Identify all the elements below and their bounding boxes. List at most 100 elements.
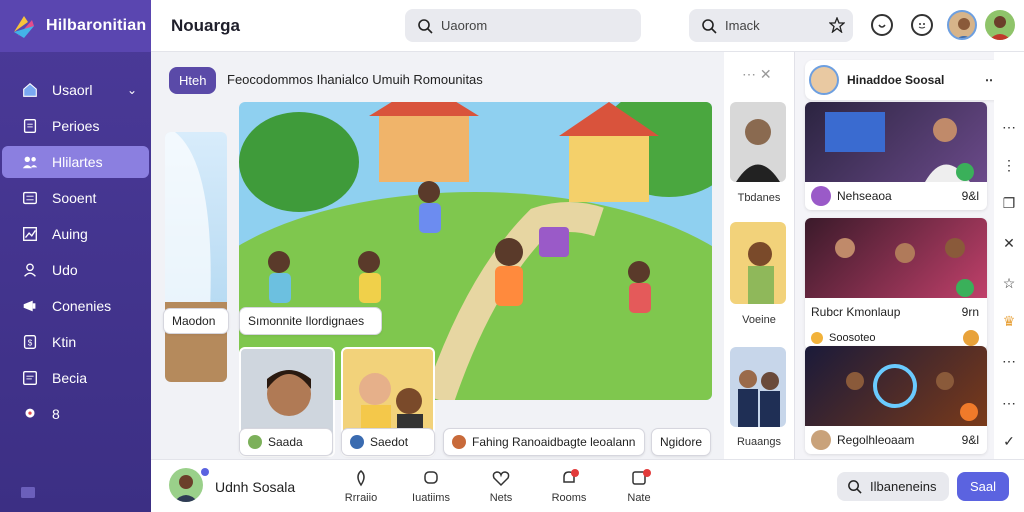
- related-label: Tbdanes: [737, 192, 781, 204]
- notification-icon[interactable]: [871, 14, 893, 36]
- send-button[interactable]: Saal: [957, 472, 1009, 501]
- thumbnail-label: Saedot: [341, 428, 435, 456]
- notification-badge: [571, 469, 579, 477]
- related-thumbnail[interactable]: [730, 102, 786, 182]
- star-icon[interactable]: [829, 17, 845, 33]
- related-column: ⋯ ✕ Tbdanes Voeine Ruaangs: [724, 52, 794, 459]
- share-icon: $: [20, 332, 40, 352]
- sidebar-item-conenies[interactable]: Conenies: [2, 290, 149, 322]
- sidebar-item-label: Ktin: [52, 334, 77, 350]
- emoji-icon[interactable]: [911, 14, 933, 36]
- sidebar-item-label: 8: [52, 406, 60, 422]
- feed-card[interactable]: Regolhleoaam 9&l: [805, 346, 987, 454]
- more-icon[interactable]: ⋯: [1000, 118, 1018, 136]
- sidebar-nav: Usaorl ⌄ Perioes Hlilartes Sooent Auing …: [0, 52, 151, 430]
- related-label: Voeine: [742, 314, 776, 326]
- sidebar-item-ktin[interactable]: $ Ktin: [2, 326, 149, 358]
- secondary-search-input[interactable]: Imack: [689, 9, 853, 42]
- more-icon[interactable]: ⋯: [1000, 352, 1018, 370]
- check-icon[interactable]: ✓: [1000, 432, 1018, 450]
- nav-item-lounge[interactable]: Iuatiims: [401, 468, 461, 504]
- trophy-icon[interactable]: ♛: [1000, 312, 1018, 330]
- avatar[interactable]: [985, 10, 1015, 40]
- sidebar-item-usaorl[interactable]: Usaorl ⌄: [2, 74, 149, 106]
- avatar[interactable]: [169, 468, 203, 502]
- compass-icon: [357, 470, 365, 487]
- search-input[interactable]: Uaorom: [405, 9, 641, 42]
- card-meta: 9rn: [961, 305, 979, 319]
- sidebar-item-auing[interactable]: Auing: [2, 218, 149, 250]
- brand[interactable]: Hilbaronitian: [0, 0, 151, 52]
- panel-header[interactable]: Hinaddoe Soosal ⋯: [805, 60, 1005, 100]
- avatar[interactable]: [947, 10, 977, 40]
- megaphone-icon: [20, 296, 40, 316]
- avatar: [350, 435, 364, 449]
- category-chip[interactable]: Hteh: [169, 67, 217, 94]
- sidebar-item-label: Perioes: [52, 118, 100, 134]
- list-icon: [20, 188, 40, 208]
- sidebar-item-label: Becia: [52, 370, 88, 386]
- search-placeholder: Uaorom: [441, 18, 488, 33]
- logo-icon: [10, 12, 38, 40]
- bottom-search-input[interactable]: Ilbaneneins: [837, 472, 949, 501]
- sidebar-item-label: Udo: [52, 262, 78, 278]
- feed-card[interactable]: Rubcr Kmonlaup 9rn Soosoteo: [805, 218, 987, 350]
- sidebar-item-label: Auing: [52, 226, 88, 242]
- search-icon: [848, 480, 862, 494]
- close-icon[interactable]: ✕: [1000, 234, 1018, 252]
- related-thumbnail[interactable]: [730, 347, 786, 427]
- more-icon[interactable]: ⋯: [1000, 394, 1018, 412]
- related-thumbnail[interactable]: [730, 222, 786, 304]
- top-bar: Nouarga Uaorom Imack: [151, 0, 1024, 52]
- avatar: [811, 430, 831, 450]
- avatar: [809, 65, 839, 95]
- related-label: Ruaangs: [736, 436, 782, 448]
- copy-icon[interactable]: ❐: [1000, 194, 1018, 212]
- card-meta: 9&l: [961, 433, 979, 447]
- sidebar-item-perioes[interactable]: Perioes: [2, 110, 149, 142]
- feed-card[interactable]: Nehseaoa 9&l: [805, 102, 987, 210]
- card-image: [805, 102, 987, 182]
- card-footer: Regolhleoaam 9&l: [805, 426, 987, 454]
- thumbnail-label: Saada: [239, 428, 333, 456]
- side-image-label: Maodon: [163, 308, 229, 334]
- page-title: Nouarga: [171, 16, 240, 35]
- right-panel: Hinaddoe Soosal ⋯ Nehseaoa 9&l Rubcr Kmo…: [794, 52, 1024, 459]
- more-icon[interactable]: ⋯ ✕: [742, 66, 772, 83]
- collapse-icon[interactable]: [18, 482, 38, 502]
- nav-item-nate[interactable]: Nate: [609, 468, 669, 504]
- side-image[interactable]: [165, 132, 227, 382]
- book-icon: [20, 368, 40, 388]
- user-icon: [20, 260, 40, 280]
- search-icon: [702, 18, 717, 34]
- sidebar-item-sooent[interactable]: Sooent: [2, 182, 149, 214]
- sidebar-item-label: Conenies: [52, 298, 112, 314]
- nav-item-nets[interactable]: Nets: [471, 468, 531, 504]
- hero-caption: Sımonnite Ilordignaes: [239, 307, 382, 335]
- card-footer: Nehseaoa 9&l: [805, 182, 987, 210]
- avatar: [452, 435, 466, 449]
- sidebar-item-udo[interactable]: Udo: [2, 254, 149, 286]
- sidebar-item-label: Usaorl: [52, 82, 93, 98]
- app-name: Hilbaronitian: [46, 17, 147, 34]
- nav-item-explore[interactable]: Rrraiio: [331, 468, 391, 504]
- coin-icon: [811, 332, 823, 344]
- notification-badge: [643, 469, 651, 477]
- options-icon[interactable]: ⋮: [1000, 156, 1018, 174]
- nav-item-rooms[interactable]: Rooms: [539, 468, 599, 504]
- chart-icon: [20, 224, 40, 244]
- card-footer: Rubcr Kmonlaup 9rn: [811, 305, 979, 319]
- sidebar-item-label: Sooent: [52, 190, 97, 206]
- action-rail: ⋯ ⋮ ❐ ✕ ☆ ♛ ⋯ ⋯ ✓: [994, 52, 1024, 459]
- content-headline: Feocodommos Ihanialco Umuih Romounitas: [227, 72, 483, 87]
- sidebar-item-hlilartes[interactable]: Hlilartes: [2, 146, 149, 178]
- sidebar-item-becia[interactable]: Becia: [2, 362, 149, 394]
- people-icon: [20, 152, 40, 172]
- sidebar-item-pin[interactable]: 8: [2, 398, 149, 430]
- star-icon[interactable]: ☆: [1000, 274, 1018, 292]
- card-image: [805, 218, 987, 298]
- chevron-down-icon[interactable]: ⌄: [127, 83, 137, 97]
- search-icon: [418, 18, 433, 34]
- thumbnail-label: Fahing Ranoaidbagte leoalann: [443, 428, 645, 456]
- reaction-icon[interactable]: [963, 330, 979, 346]
